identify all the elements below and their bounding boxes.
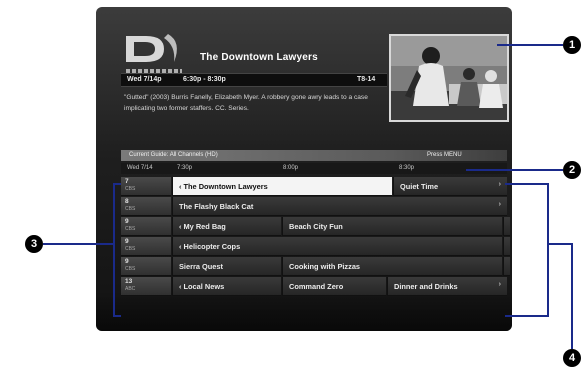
time-slot-1: 7:30p (177, 165, 193, 171)
callout-bracket-4 (547, 183, 549, 317)
continues-arrow-icon: › (498, 281, 501, 288)
channel-callsign: CBS (125, 246, 136, 252)
channel-cell[interactable]: 9 CBS (121, 237, 171, 256)
guide-row: 13 ABC ‹ Local News Command Zero Dinner … (121, 277, 507, 297)
program-cell[interactable]: Command Zero (282, 277, 386, 296)
callout-bracket-3-top (113, 183, 121, 185)
callout-line-2 (466, 169, 563, 171)
show-title: The Downtown Lawyers (200, 52, 318, 63)
channel-callsign: CBS (125, 266, 136, 272)
directv-logo-icon (126, 34, 177, 62)
guide-status-bar: Current Guide: All Channels (HD) Press M… (121, 150, 507, 161)
channel-number: 7 (125, 178, 129, 185)
program-cell[interactable]: Quiet Time › (393, 177, 507, 196)
program-cell[interactable] (503, 257, 510, 276)
callout-line-4-vertical (571, 243, 573, 349)
info-date: Wed 7/14p (127, 76, 162, 83)
channel-cell[interactable]: 8 CBS (121, 197, 171, 216)
guide-row: 9 CBS Sierra Quest Cooking with Pizzas (121, 257, 510, 277)
channel-callsign: CBS (125, 186, 136, 192)
callout-badge-4: 4 (563, 349, 581, 367)
program-cell[interactable]: Beach City Fun (282, 217, 502, 236)
channel-cell[interactable]: 9 CBS (121, 257, 171, 276)
time-slot-3: 8:30p (399, 165, 415, 171)
callout-bracket-4-bottom (505, 315, 549, 317)
time-header: Wed 7/14 7:30p 8:00p 8:30p (121, 163, 507, 174)
callout-badge-1: 1 (563, 36, 581, 54)
program-cell[interactable] (503, 217, 510, 236)
callout-line-4 (549, 243, 572, 245)
info-time-range: 6:30p - 8:30p (183, 76, 226, 83)
time-slot-2: 8:00p (283, 165, 299, 171)
guide-row: 9 CBS ‹ Helicopter Cops (121, 237, 510, 257)
program-cell-selected[interactable]: ‹ The Downtown Lawyers (172, 177, 392, 196)
video-preview (389, 34, 509, 122)
program-title: Dinner and Drinks (394, 282, 458, 291)
callout-bracket-3 (113, 183, 115, 317)
program-cell[interactable]: ‹ Local News (172, 277, 281, 296)
video-preview-image (391, 36, 507, 120)
channel-cell[interactable]: 7 CBS (121, 177, 171, 196)
channel-cell[interactable]: 13 ABC (121, 277, 171, 296)
continues-arrow-icon: › (498, 201, 501, 208)
callout-line-1 (497, 44, 563, 46)
callout-bracket-4-top (505, 183, 549, 185)
continues-arrow-icon: › (498, 181, 501, 188)
channel-cell[interactable]: 9 CBS (121, 217, 171, 236)
program-cell[interactable]: Cooking with Pizzas (282, 257, 502, 276)
program-synopsis: "Gutted" (2003) Burris Fanelly, Elizabet… (124, 94, 368, 112)
guide-row: 8 CBS The Flashy Black Cat › (121, 197, 507, 217)
channel-number: 8 (125, 198, 129, 205)
program-cell[interactable]: Dinner and Drinks › (387, 277, 507, 296)
channel-number: 9 (125, 238, 129, 245)
callout-line-3 (43, 243, 113, 245)
program-cell[interactable]: Sierra Quest (172, 257, 281, 276)
callout-badge-3: 3 (25, 235, 43, 253)
guide-hint: Press MENU (427, 152, 462, 158)
channel-callsign: ABC (125, 286, 136, 292)
time-header-date: Wed 7/14 (127, 165, 153, 171)
guide-row: 9 CBS ‹ My Red Bag Beach City Fun (121, 217, 510, 237)
guide-row: 7 CBS ‹ The Downtown Lawyers Quiet Time … (121, 177, 507, 197)
program-cell[interactable]: ‹ My Red Bag (172, 217, 281, 236)
program-cell[interactable] (503, 237, 510, 256)
program-cell[interactable]: The Flashy Black Cat › (172, 197, 507, 216)
program-title: The Flashy Black Cat (179, 202, 254, 211)
program-cell[interactable]: ‹ Helicopter Cops (172, 237, 502, 256)
callout-bracket-3-bottom (113, 315, 121, 317)
program-title: Quiet Time (400, 182, 439, 191)
channel-number: 9 (125, 218, 129, 225)
channel-callsign: CBS (125, 226, 136, 232)
channel-callsign: CBS (125, 206, 136, 212)
info-channel: T8-14 (357, 76, 376, 83)
guide-label: Current Guide: All Channels (HD) (129, 152, 218, 158)
channel-number: 9 (125, 258, 129, 265)
callout-badge-2: 2 (563, 161, 581, 179)
channel-number: 13 (125, 278, 133, 285)
program-info-bar: Wed 7/14p 6:30p - 8:30p T8-14 (121, 73, 387, 87)
